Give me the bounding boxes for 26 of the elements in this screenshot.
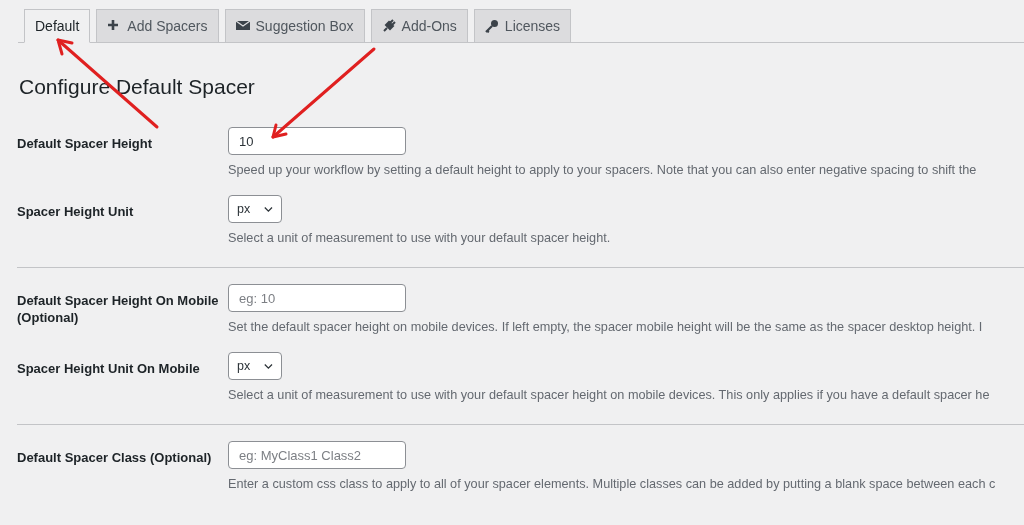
- tab[interactable]: Add Spacers: [96, 9, 219, 42]
- field-label: Default Spacer Height: [17, 135, 154, 153]
- field-description: Speed up your workflow by setting a default height to apply to your spacers. Note that you can also enter negative spacing to shift the: [228, 163, 977, 177]
- field-label: Default Spacer Height On Mobile (Optional): [17, 292, 220, 327]
- text-field[interactable]: eg: 10: [228, 284, 406, 312]
- key-icon: [484, 19, 499, 33]
- tab[interactable]: Licenses: [473, 9, 572, 42]
- plug-icon: [381, 19, 396, 33]
- text-field[interactable]: eg: MyClass1 Class2: [228, 441, 406, 469]
- text-field[interactable]: 10: [228, 127, 406, 155]
- field-label: Default Spacer Class (Optional): [17, 449, 213, 467]
- field-label: Spacer Height Unit On Mobile: [17, 360, 201, 378]
- field-description: Select a unit of measurement to use with your default spacer height.: [228, 231, 611, 245]
- unit-dropdown[interactable]: px: [228, 352, 282, 380]
- tab[interactable]: Suggestion Box: [224, 9, 365, 42]
- tab[interactable]: Default: [24, 9, 91, 43]
- tab[interactable]: Add-Ons: [370, 9, 468, 42]
- envelope-icon: [235, 19, 250, 33]
- chevron-icon: [264, 362, 273, 370]
- field-description: Set the default spacer height on mobile devices. If left empty, the spacer mobile height will be the same as the spacer desktop height. I: [228, 320, 983, 334]
- field-label: Spacer Height Unit: [17, 203, 135, 221]
- unit-dropdown[interactable]: px: [228, 195, 282, 223]
- page-heading: Configure Default Spacer: [19, 75, 256, 99]
- field-description: Enter a custom css class to apply to all of your spacer elements. Multiple classes can be added by putting a blank space between each c: [228, 477, 996, 491]
- field-description: Select a unit of measurement to use with your default spacer height on mobile devices. This only applies if you have a default spacer he: [228, 388, 990, 402]
- chevron-icon: [264, 205, 273, 213]
